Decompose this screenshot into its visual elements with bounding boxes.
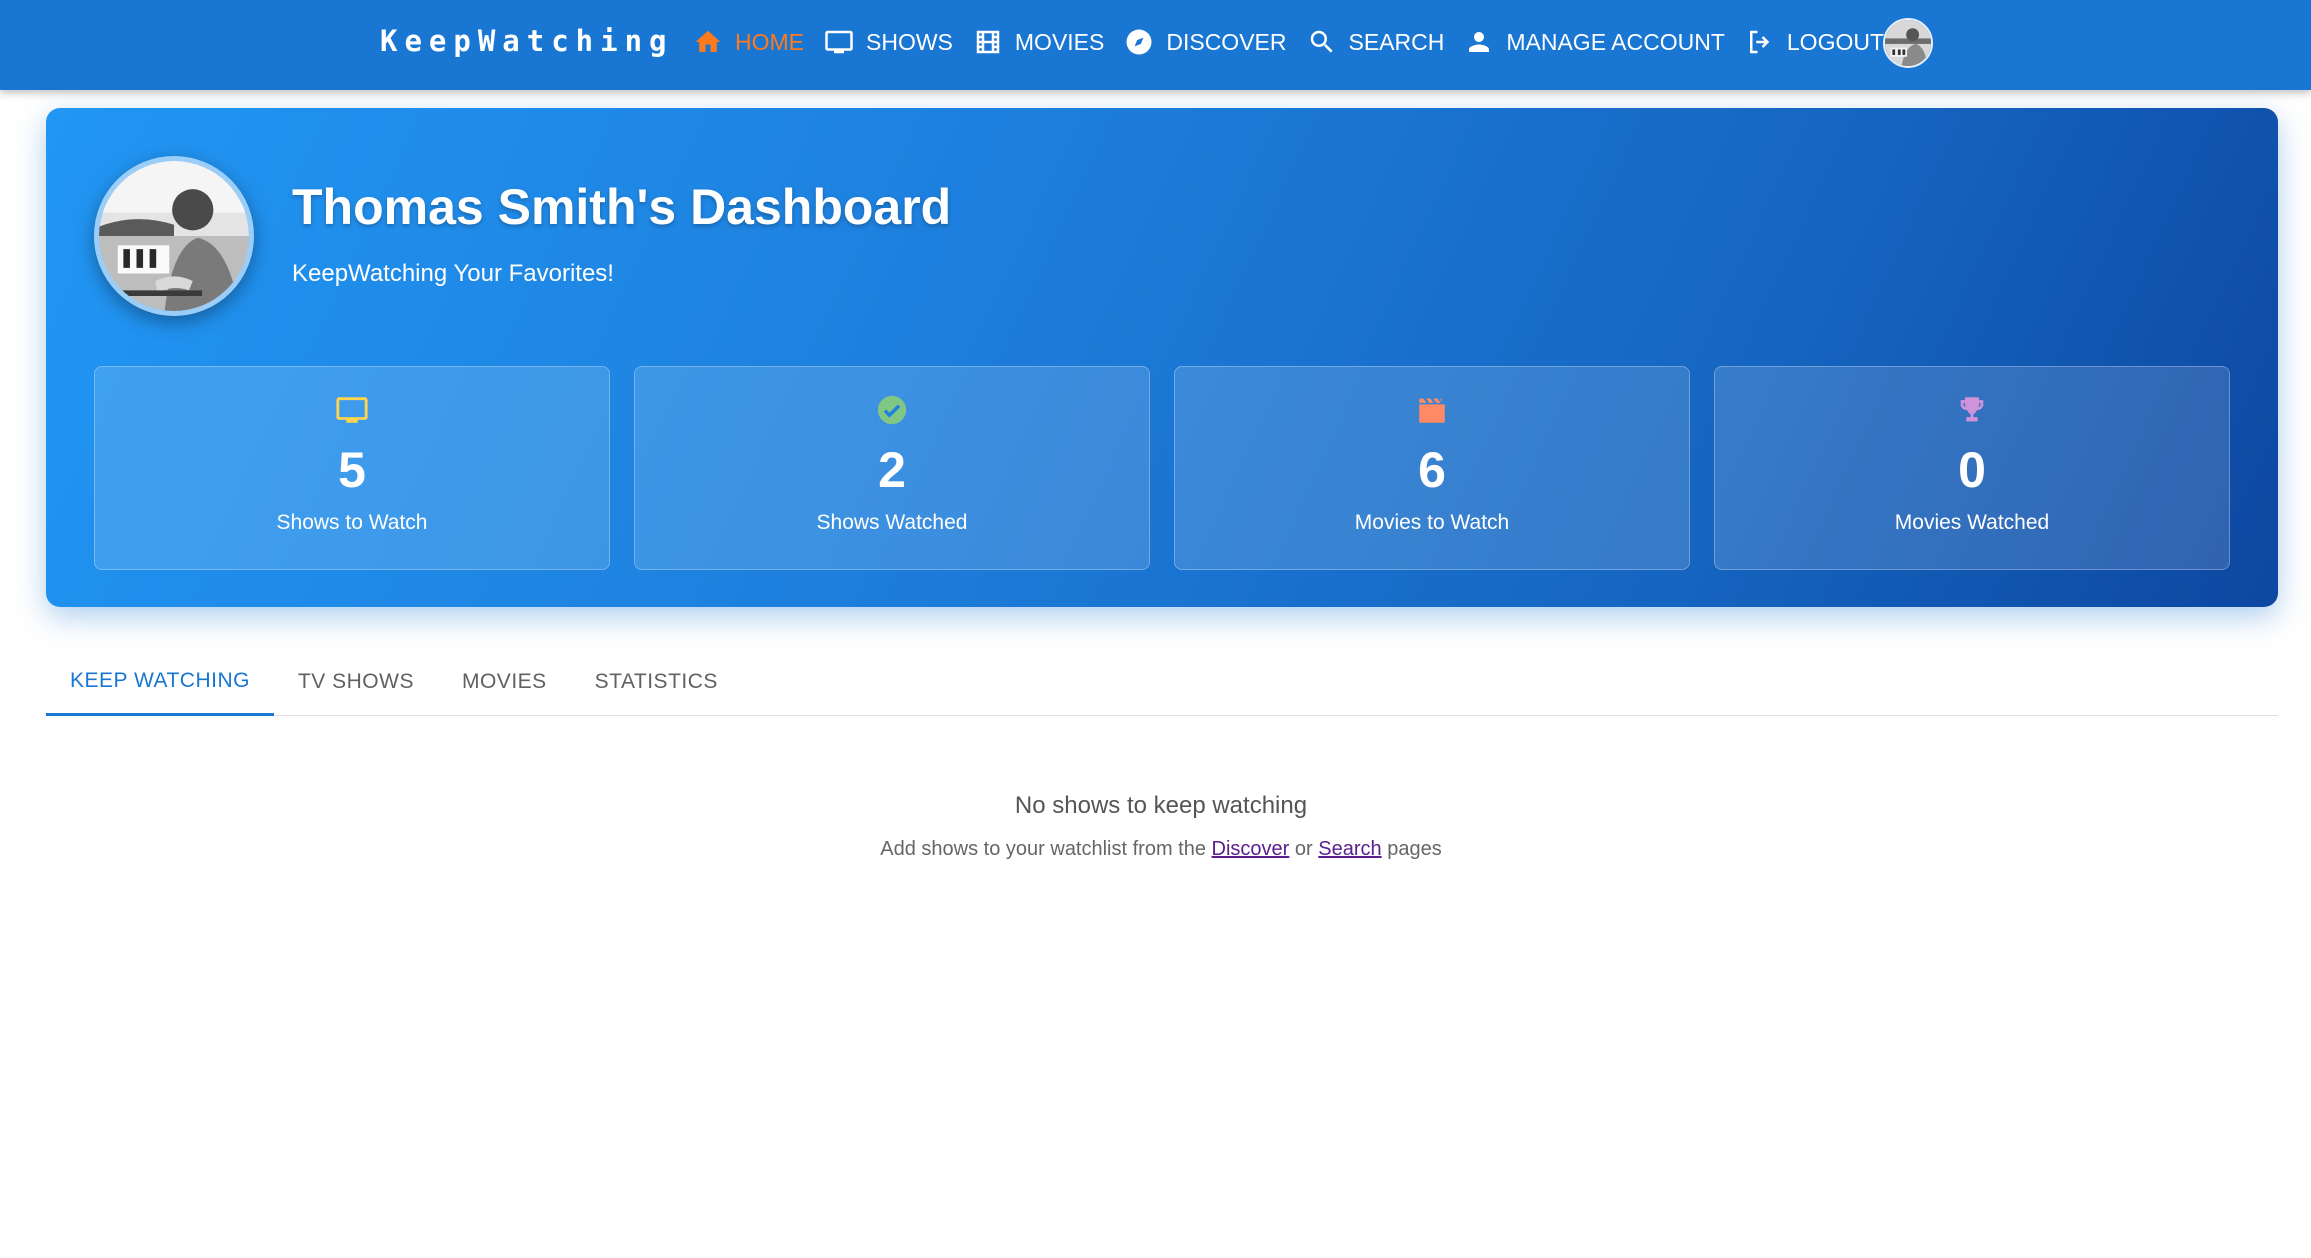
stat-card-shows-watched: 2 Shows Watched — [634, 366, 1150, 570]
film-icon — [976, 30, 1000, 54]
stat-value: 6 — [1418, 442, 1446, 498]
content-tabs: KEEP WATCHING TV SHOWS MOVIES STATISTICS — [46, 648, 2278, 716]
nav-home[interactable]: HOME — [693, 27, 804, 57]
empty-state-middle: or — [1294, 838, 1313, 860]
stat-value: 2 — [878, 442, 906, 498]
nav-manage-account-label: MANAGE ACCOUNT — [1506, 28, 1725, 55]
avatar-photo — [1885, 20, 1931, 66]
profile-photo — [99, 161, 249, 311]
stat-card-movies-watched: 0 Movies Watched — [1714, 366, 2230, 570]
tab-keep-watching[interactable]: KEEP WATCHING — [46, 648, 274, 716]
page-subtitle: KeepWatching Your Favorites! — [292, 260, 614, 287]
brand-logo[interactable]: KeepWatching — [380, 24, 674, 58]
stats-row: 5 Shows to Watch 2 Shows Watched 6 Movie… — [94, 366, 2230, 570]
empty-state-title: No shows to keep watching — [1014, 792, 1308, 819]
check-circle-icon — [875, 393, 909, 427]
empty-state-prefix: Add shows to your watchlist from the — [880, 838, 1206, 860]
empty-state-message: Add shows to your watchlist from the Dis… — [0, 838, 2311, 861]
user-avatar[interactable] — [1883, 18, 1933, 68]
clapperboard-icon — [1415, 393, 1449, 427]
top-navbar: KeepWatching HOME SHOWS MOVIES DISCOVER … — [0, 0, 2311, 90]
nav-search-label: SEARCH — [1348, 28, 1445, 55]
nav-logout-label: LOGOUT — [1786, 28, 1885, 55]
dashboard-hero: Thomas Smith's Dashboard KeepWatching Yo… — [46, 108, 2278, 607]
nav-search[interactable]: SEARCH — [1307, 27, 1445, 57]
search-link[interactable]: Search — [1318, 838, 1381, 860]
tab-tv-shows[interactable]: TV SHOWS — [274, 648, 438, 716]
compass-icon — [1126, 29, 1152, 55]
stat-label: Shows Watched — [816, 511, 968, 534]
nav-movies-label: MOVIES — [1014, 28, 1105, 55]
stat-card-movies-to-watch: 6 Movies to Watch — [1174, 366, 1690, 570]
stat-label: Movies to Watch — [1354, 511, 1510, 534]
stat-label: Movies Watched — [1894, 511, 2050, 534]
logout-icon — [1749, 30, 1770, 54]
nav-shows-label: SHOWS — [866, 28, 953, 55]
tab-statistics[interactable]: STATISTICS — [571, 648, 742, 716]
nav-logout[interactable]: LOGOUT — [1745, 27, 1884, 57]
nav-discover-label: DISCOVER — [1166, 28, 1287, 55]
nav-discover[interactable]: DISCOVER — [1124, 27, 1287, 57]
nav-shows[interactable]: SHOWS — [824, 27, 953, 57]
page-title: Thomas Smith's Dashboard — [292, 179, 952, 235]
stat-value: 0 — [1958, 442, 1986, 498]
empty-state-suffix: pages — [1387, 838, 1442, 860]
discover-link[interactable]: Discover — [1212, 838, 1290, 860]
main-nav: HOME SHOWS MOVIES DISCOVER SEARCH MANAGE… — [693, 0, 1904, 84]
profile-avatar — [94, 156, 254, 316]
stat-value: 5 — [338, 442, 366, 498]
nav-movies[interactable]: MOVIES — [973, 27, 1104, 57]
person-icon — [1469, 32, 1490, 52]
nav-home-label: HOME — [735, 28, 804, 55]
trophy-icon — [1955, 393, 1989, 427]
stat-label: Shows to Watch — [276, 511, 428, 534]
home-icon — [695, 30, 721, 52]
tv-icon — [825, 30, 853, 54]
search-icon — [1310, 30, 1333, 53]
tv-icon — [335, 393, 369, 427]
nav-manage-account[interactable]: MANAGE ACCOUNT — [1464, 27, 1725, 57]
stat-card-shows-to-watch: 5 Shows to Watch — [94, 366, 610, 570]
tab-movies[interactable]: MOVIES — [438, 648, 571, 716]
